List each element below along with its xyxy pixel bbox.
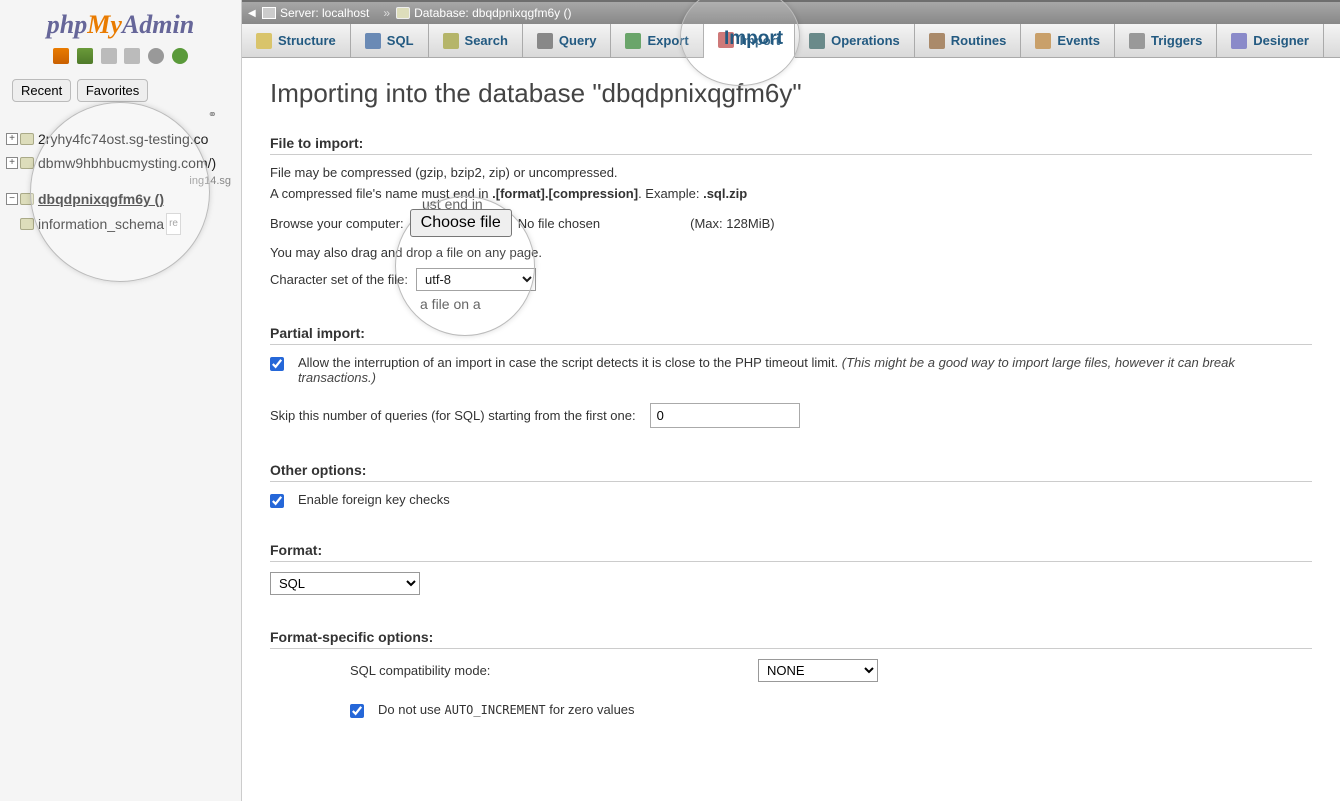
tab-query[interactable]: Query <box>523 24 612 57</box>
charset-label: Character set of the file: <box>270 272 408 287</box>
recent-tab[interactable]: Recent <box>12 79 71 102</box>
favorites-tab[interactable]: Favorites <box>77 79 148 102</box>
designer-icon <box>1231 33 1247 49</box>
charset-select[interactable]: utf-8 <box>416 268 536 291</box>
charset-row: Character set of the file: utf-8 <box>270 268 1312 291</box>
skip-queries-row: Skip this number of queries (for SQL) st… <box>270 403 1312 428</box>
database-icon <box>20 133 34 145</box>
sidebar-tabs: Recent Favorites <box>0 75 241 106</box>
database-icon <box>20 157 34 169</box>
tab-events[interactable]: Events <box>1021 24 1115 57</box>
db-name: 2ryhy4fc74ost.sg-testing.co <box>38 129 208 149</box>
auto-increment-checkbox[interactable] <box>350 704 364 718</box>
section-file-to-import: File to import: <box>270 135 1312 155</box>
allow-interrupt-row: Allow the interruption of an import in c… <box>270 355 1312 385</box>
tab-export[interactable]: Export <box>611 24 703 57</box>
export-icon <box>625 33 641 49</box>
fk-checks-label: Enable foreign key checks <box>298 492 450 507</box>
section-format-specific: Format-specific options: <box>270 629 1312 649</box>
events-icon <box>1035 33 1051 49</box>
section-other-options: Other options: <box>270 462 1312 482</box>
tab-search[interactable]: Search <box>429 24 523 57</box>
expand-icon[interactable]: + <box>6 133 18 145</box>
tab-operations[interactable]: Operations <box>795 24 915 57</box>
breadcrumb-database[interactable]: Database: dbqdpnixqgfm6y () <box>396 6 571 20</box>
allow-interrupt-checkbox[interactable] <box>270 357 284 371</box>
db-name: information_schema <box>38 214 164 234</box>
fk-checks-checkbox[interactable] <box>270 494 284 508</box>
breadcrumb-server[interactable]: Server: localhost <box>262 6 369 20</box>
sidebar-quick-icons <box>0 44 241 75</box>
reload-icon[interactable] <box>172 48 188 64</box>
db-tree-item[interactable]: + 2ryhy4fc74ost.sg-testing.co <box>6 127 235 151</box>
permalink-icon[interactable]: ⚭ <box>0 106 241 121</box>
settings-icon[interactable] <box>148 48 164 64</box>
browse-file-row: Browse your computer: Choose file No fil… <box>270 209 1312 237</box>
tab-routines[interactable]: Routines <box>915 24 1022 57</box>
allow-interrupt-label: Allow the interruption of an import in c… <box>298 355 1312 385</box>
format-specific-block: SQL compatibility mode: NONE Do not use … <box>350 659 1312 718</box>
database-tree: + 2ryhy4fc74ost.sg-testing.co + dbmw9hbh… <box>0 121 241 243</box>
page-title: Importing into the database "dbqdpnixqgf… <box>270 78 1312 109</box>
db-name: dbqdpnixqgfm6y () <box>38 189 164 209</box>
skip-queries-input[interactable] <box>650 403 800 428</box>
fk-checks-row: Enable foreign key checks <box>270 492 1312 508</box>
breadcrumb-separator: » <box>383 6 390 20</box>
phpmyadmin-logo: phpMyAdmin <box>0 0 241 44</box>
drag-drop-hint: You may also drag and drop a file on any… <box>270 245 1312 260</box>
db-tree-item[interactable]: + information_schema re <box>6 211 235 237</box>
routines-icon <box>929 33 945 49</box>
skip-queries-label: Skip this number of queries (for SQL) st… <box>270 408 636 423</box>
max-size-text: (Max: 128MiB) <box>690 216 775 231</box>
breadcrumb-db-label: Database: dbqdpnixqgfm6y () <box>414 6 571 20</box>
structure-icon <box>256 33 272 49</box>
tab-designer[interactable]: Designer <box>1217 24 1324 57</box>
compat-mode-row: SQL compatibility mode: NONE <box>350 659 1312 682</box>
section-format: Format: <box>270 542 1312 562</box>
collapse-sidebar-icon[interactable]: ◀ <box>248 8 256 19</box>
section-partial-import: Partial import: <box>270 325 1312 345</box>
docs-icon[interactable] <box>101 48 117 64</box>
expand-icon[interactable]: + <box>6 157 18 169</box>
tutorial-import-label: Import <box>724 28 783 50</box>
browse-label: Browse your computer: <box>270 216 404 231</box>
database-icon <box>20 218 34 230</box>
database-icon <box>20 193 34 205</box>
compat-mode-select[interactable]: NONE <box>758 659 878 682</box>
logout-icon[interactable] <box>77 48 93 64</box>
lens-magnified-text: a file on a <box>420 296 481 312</box>
tab-sql[interactable]: SQL <box>351 24 429 57</box>
collapse-icon[interactable]: − <box>6 193 18 205</box>
no-file-chosen-text: No file chosen <box>518 216 600 231</box>
database-icon <box>396 7 410 19</box>
tab-structure[interactable]: Structure <box>242 24 351 57</box>
compat-mode-label: SQL compatibility mode: <box>350 663 750 678</box>
format-select[interactable]: SQL <box>270 572 420 595</box>
auto-increment-label: Do not use AUTO_INCREMENT for zero value… <box>378 702 635 717</box>
breadcrumb-server-label: Server: localhost <box>280 6 369 20</box>
query-icon <box>537 33 553 49</box>
breadcrumb-bar: ◀ Server: localhost » Database: dbqdpnix… <box>242 0 1340 24</box>
search-icon <box>443 33 459 49</box>
tab-triggers[interactable]: Triggers <box>1115 24 1217 57</box>
db-tree-item[interactable]: + dbmw9hbhbucmysting.com/) <box>6 151 235 175</box>
sql-window-icon[interactable] <box>124 48 140 64</box>
sidebar: phpMyAdmin Recent Favorites ⚭ + 2ryhy4fc… <box>0 0 242 801</box>
format-row: SQL <box>270 572 1312 595</box>
main-content: Importing into the database "dbqdpnixqgf… <box>242 58 1340 801</box>
choose-file-button[interactable]: Choose file <box>410 209 512 237</box>
sql-icon <box>365 33 381 49</box>
operations-icon <box>809 33 825 49</box>
badge: re <box>166 213 181 235</box>
file-compressed-hint: File may be compressed (gzip, bzip2, zip… <box>270 165 1312 180</box>
triggers-icon <box>1129 33 1145 49</box>
auto-increment-row: Do not use AUTO_INCREMENT for zero value… <box>350 702 1312 718</box>
home-icon[interactable] <box>53 48 69 64</box>
db-name: dbmw9hbhbucmysting.com/) <box>38 153 216 173</box>
nav-tabs: Structure SQL Search Query Export Import… <box>242 24 1340 58</box>
db-tree-item-selected[interactable]: − dbqdpnixqgfm6y () <box>6 187 235 211</box>
server-icon <box>262 7 276 19</box>
tree-extra-text: ing14.sg <box>6 175 235 187</box>
